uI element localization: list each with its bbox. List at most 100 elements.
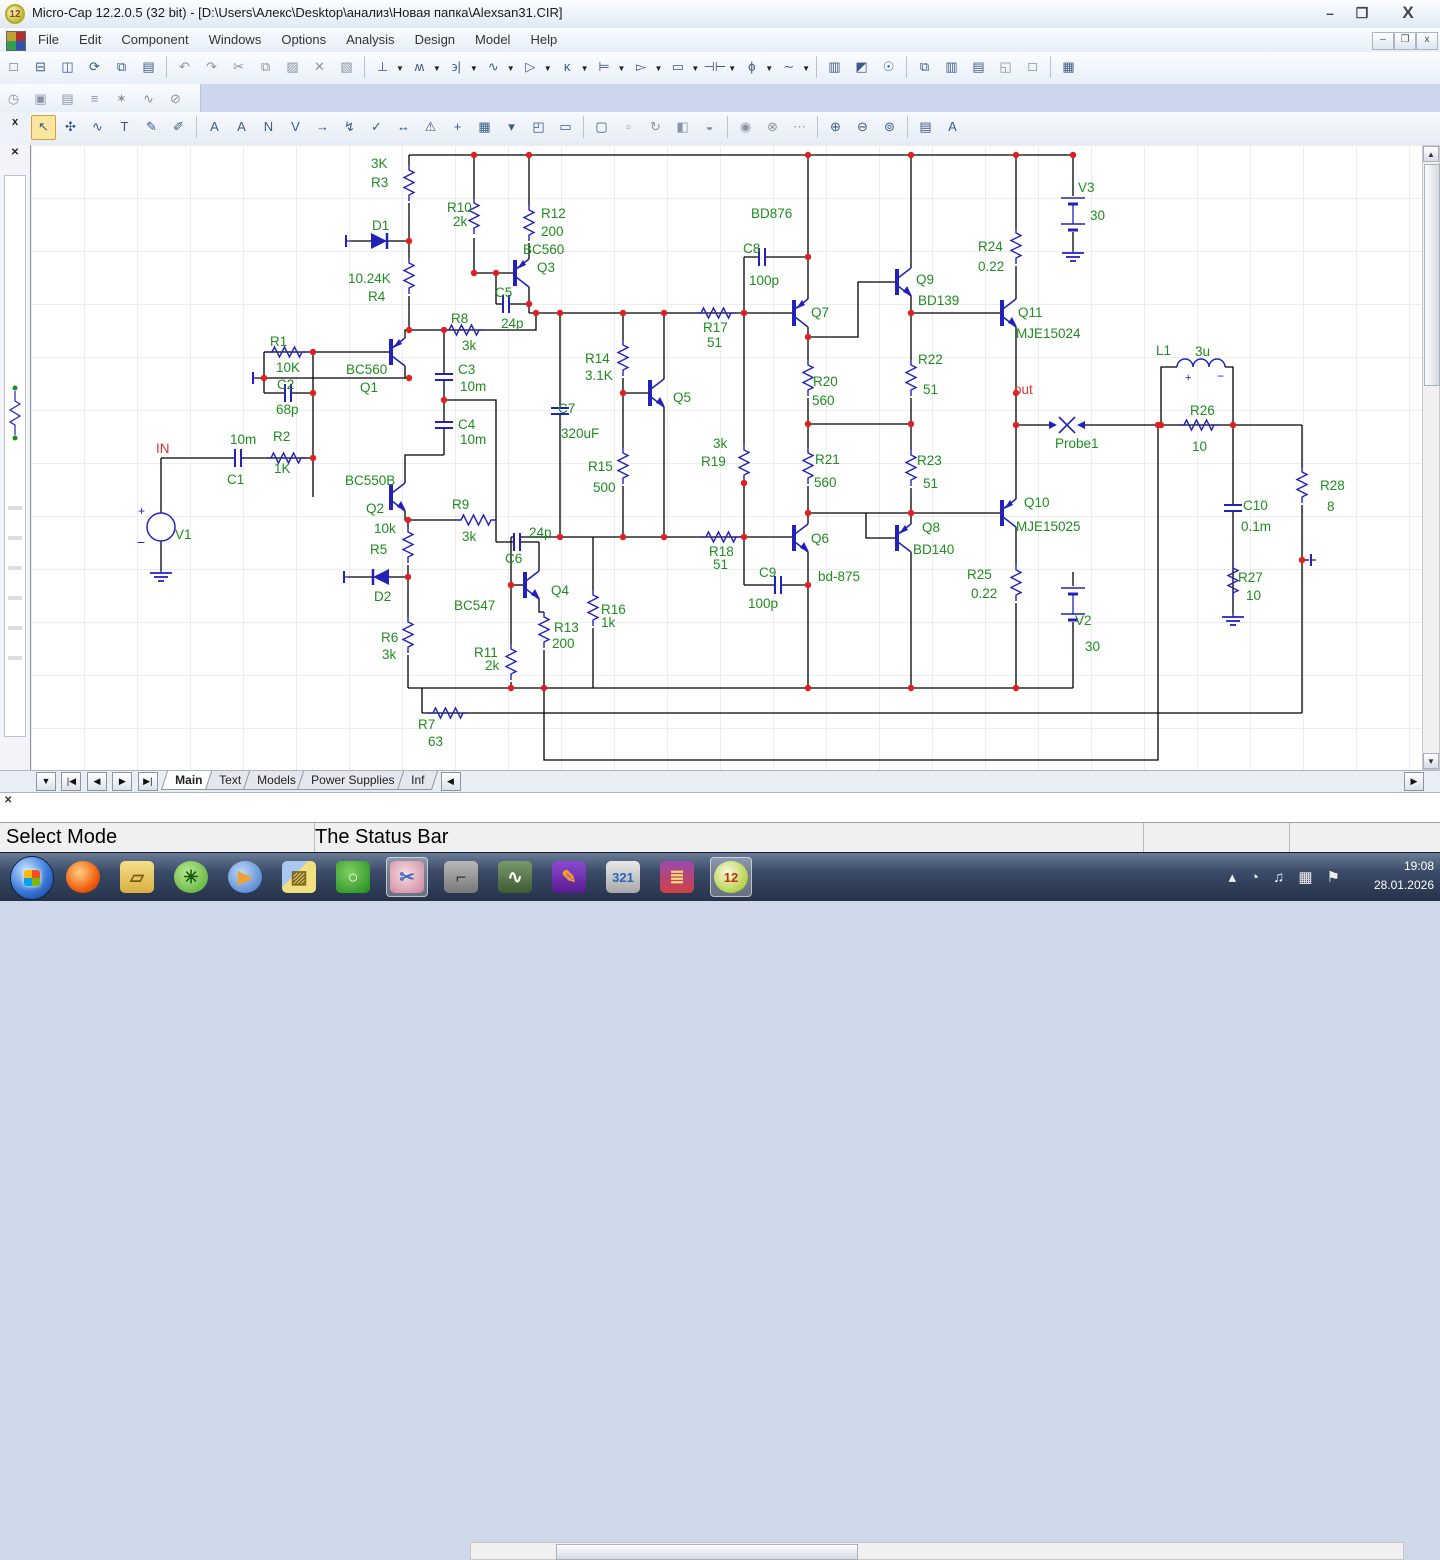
more-button[interactable]: ⋯ xyxy=(787,115,812,140)
graphics-mode-button[interactable]: ✎ xyxy=(139,115,164,140)
action-center-flag-icon[interactable]: ⚑ xyxy=(1327,868,1340,886)
first-page-button[interactable]: |◀ xyxy=(61,772,81,791)
capacitor-component-button-dropdown[interactable]: ▼ xyxy=(470,64,478,73)
component-dock[interactable]: ✕ xyxy=(0,145,31,770)
tile-vertical-button[interactable]: ▥ xyxy=(939,55,964,80)
scroll-right-button[interactable]: ▶ xyxy=(1404,772,1424,791)
flip-vertical-button[interactable]: ◒ xyxy=(697,114,722,139)
macro-component-button[interactable]: ▭ xyxy=(665,55,690,80)
media-player-classic-icon[interactable]: 321 xyxy=(602,857,644,897)
micro-cap-12-icon[interactable]: 12 xyxy=(710,857,752,897)
mdi-restore-button[interactable]: ❐ xyxy=(1394,32,1416,50)
pulse-source-button-dropdown[interactable]: ▼ xyxy=(728,64,736,73)
vertical-scroll-thumb[interactable] xyxy=(1424,164,1440,386)
pin-connections-toggle[interactable]: ↔ xyxy=(391,114,416,139)
zoom-out-button[interactable]: ⊖ xyxy=(850,115,875,140)
node-voltages-toggle[interactable]: V xyxy=(283,114,308,139)
attribute-text-toggle[interactable]: A xyxy=(202,114,227,139)
cascade-windows-button[interactable]: ⧉ xyxy=(912,55,937,80)
menu-edit[interactable]: Edit xyxy=(69,28,111,51)
schematic-drawing[interactable]: +−+−3KR3D110.24KR4R102kR12200BC560Q3C524… xyxy=(31,145,1423,770)
firefox-icon[interactable] xyxy=(62,857,104,897)
next-page-button[interactable]: ▶ xyxy=(112,772,132,791)
calculator-button[interactable]: ▦ xyxy=(1056,55,1081,80)
resistor-component-button-dropdown[interactable]: ▼ xyxy=(433,64,441,73)
menu-design[interactable]: Design xyxy=(405,28,465,51)
mosfet-component-button-dropdown[interactable]: ▼ xyxy=(618,64,626,73)
menu-component[interactable]: Component xyxy=(111,28,198,51)
diode-component-button[interactable]: ▷ xyxy=(518,55,543,80)
maximize-window-button[interactable]: □ xyxy=(1020,54,1045,79)
tray-app-icon[interactable]: ◔ xyxy=(1250,869,1259,886)
conditions-toggle[interactable]: ✓ xyxy=(364,115,389,140)
stop-button[interactable]: ⊗ xyxy=(760,115,785,140)
pan-mode-button[interactable]: ✣ xyxy=(58,115,83,140)
probe-off-button[interactable]: ⊘ xyxy=(163,87,188,112)
menu-file[interactable]: File xyxy=(28,28,69,51)
title-block-button[interactable]: ▭ xyxy=(553,115,578,140)
copy-button[interactable]: ⧉ xyxy=(253,55,278,80)
spider-player-icon[interactable]: ✳ xyxy=(170,857,212,897)
prev-page-button[interactable]: ◀ xyxy=(87,772,107,791)
transient-analysis-button[interactable]: ◷ xyxy=(1,87,26,112)
last-page-button[interactable]: ▶| xyxy=(138,772,158,791)
volume-icon[interactable]: ♫ xyxy=(1273,869,1284,886)
print-preview-button[interactable]: ⧉ xyxy=(109,55,134,80)
sine-source-button-dropdown[interactable]: ▼ xyxy=(802,64,810,73)
horizontal-scrollbar[interactable] xyxy=(470,1542,1404,1560)
flag-mode-button[interactable]: ✐ xyxy=(166,115,191,140)
menu-analysis[interactable]: Analysis xyxy=(336,28,404,51)
font-button[interactable]: A xyxy=(940,114,965,139)
cut-button[interactable]: ✂ xyxy=(226,55,251,80)
tab-scroll-left-button[interactable]: ◀ xyxy=(441,772,461,791)
menu-windows[interactable]: Windows xyxy=(199,28,272,51)
text-mode-button[interactable]: T xyxy=(112,114,137,139)
diode-component-button-dropdown[interactable]: ▼ xyxy=(544,64,552,73)
opamp-component-button-dropdown[interactable]: ▼ xyxy=(654,64,662,73)
grid-dropdown[interactable]: ▾ xyxy=(499,115,524,140)
zoom-in-button[interactable]: ⊕ xyxy=(823,115,848,140)
stepping-button[interactable]: ≡ xyxy=(82,86,107,111)
print-button[interactable]: ▤ xyxy=(136,55,161,80)
wire-mode-button[interactable]: ∿ xyxy=(85,115,110,140)
ankh-tool-icon[interactable]: ○ xyxy=(332,857,374,897)
web-button[interactable]: ☉ xyxy=(876,55,901,80)
overlap-button[interactable]: ◱ xyxy=(993,55,1018,80)
network-display-icon[interactable]: ▦ xyxy=(1298,868,1312,886)
flip-horizontal-button[interactable]: ◧ xyxy=(670,115,695,140)
waveform-editor-icon[interactable]: ∿ xyxy=(494,857,536,897)
menu-model[interactable]: Model xyxy=(465,28,520,51)
select-region-button[interactable]: ▧ xyxy=(334,55,359,80)
save-file-button[interactable]: ◫ xyxy=(55,55,80,80)
macro-component-button-dropdown[interactable]: ▼ xyxy=(691,64,699,73)
scroll-down-button[interactable]: ▼ xyxy=(1423,753,1439,769)
dock-close-area[interactable]: x xyxy=(0,112,30,146)
battery-component-button-dropdown[interactable]: ▼ xyxy=(765,64,773,73)
crosshair-toggle[interactable]: + xyxy=(445,114,470,139)
restore-button[interactable]: ❐ xyxy=(1348,3,1376,23)
command-strip-close-icon[interactable]: ✕ xyxy=(4,795,12,806)
pulse-source-button[interactable]: ⊣⊢ xyxy=(702,55,727,80)
bjt-component-button-dropdown[interactable]: ▼ xyxy=(581,64,589,73)
taskbar-clock[interactable]: 19:08 28.01.2026 xyxy=(1344,857,1434,895)
start-button[interactable] xyxy=(10,856,54,900)
close-button[interactable]: X xyxy=(1386,3,1430,23)
step-button[interactable]: ◉ xyxy=(733,115,758,140)
resistor-component-button[interactable]: ʍ xyxy=(407,54,432,79)
zoom-window-button[interactable]: ⊚ xyxy=(877,115,902,140)
power-toggle[interactable]: ↯ xyxy=(337,115,362,140)
select-mode-button[interactable]: ↖ xyxy=(31,115,56,140)
analysis-properties-button[interactable]: ▤ xyxy=(55,87,80,112)
region-button[interactable]: ▫ xyxy=(616,114,641,139)
schematic-canvas[interactable]: +−+−3KR3D110.24KR4R102kR12200BC560Q3C524… xyxy=(30,145,1423,770)
component-panel-button[interactable]: ▥ xyxy=(822,55,847,80)
media-player-icon[interactable]: ▶ xyxy=(224,857,266,897)
mosfet-component-button[interactable]: ⊨ xyxy=(592,55,617,80)
menu-help[interactable]: Help xyxy=(520,28,567,51)
inductor-component-button[interactable]: ∿ xyxy=(481,55,506,80)
sticky-notes-icon[interactable]: ▨ xyxy=(278,857,320,897)
bjt-component-button[interactable]: κ xyxy=(555,54,580,79)
mdi-close-button[interactable]: x xyxy=(1416,32,1438,50)
shape-editor-button[interactable]: ◩ xyxy=(849,55,874,80)
tab-list-dropdown[interactable]: ▼ xyxy=(36,772,56,791)
